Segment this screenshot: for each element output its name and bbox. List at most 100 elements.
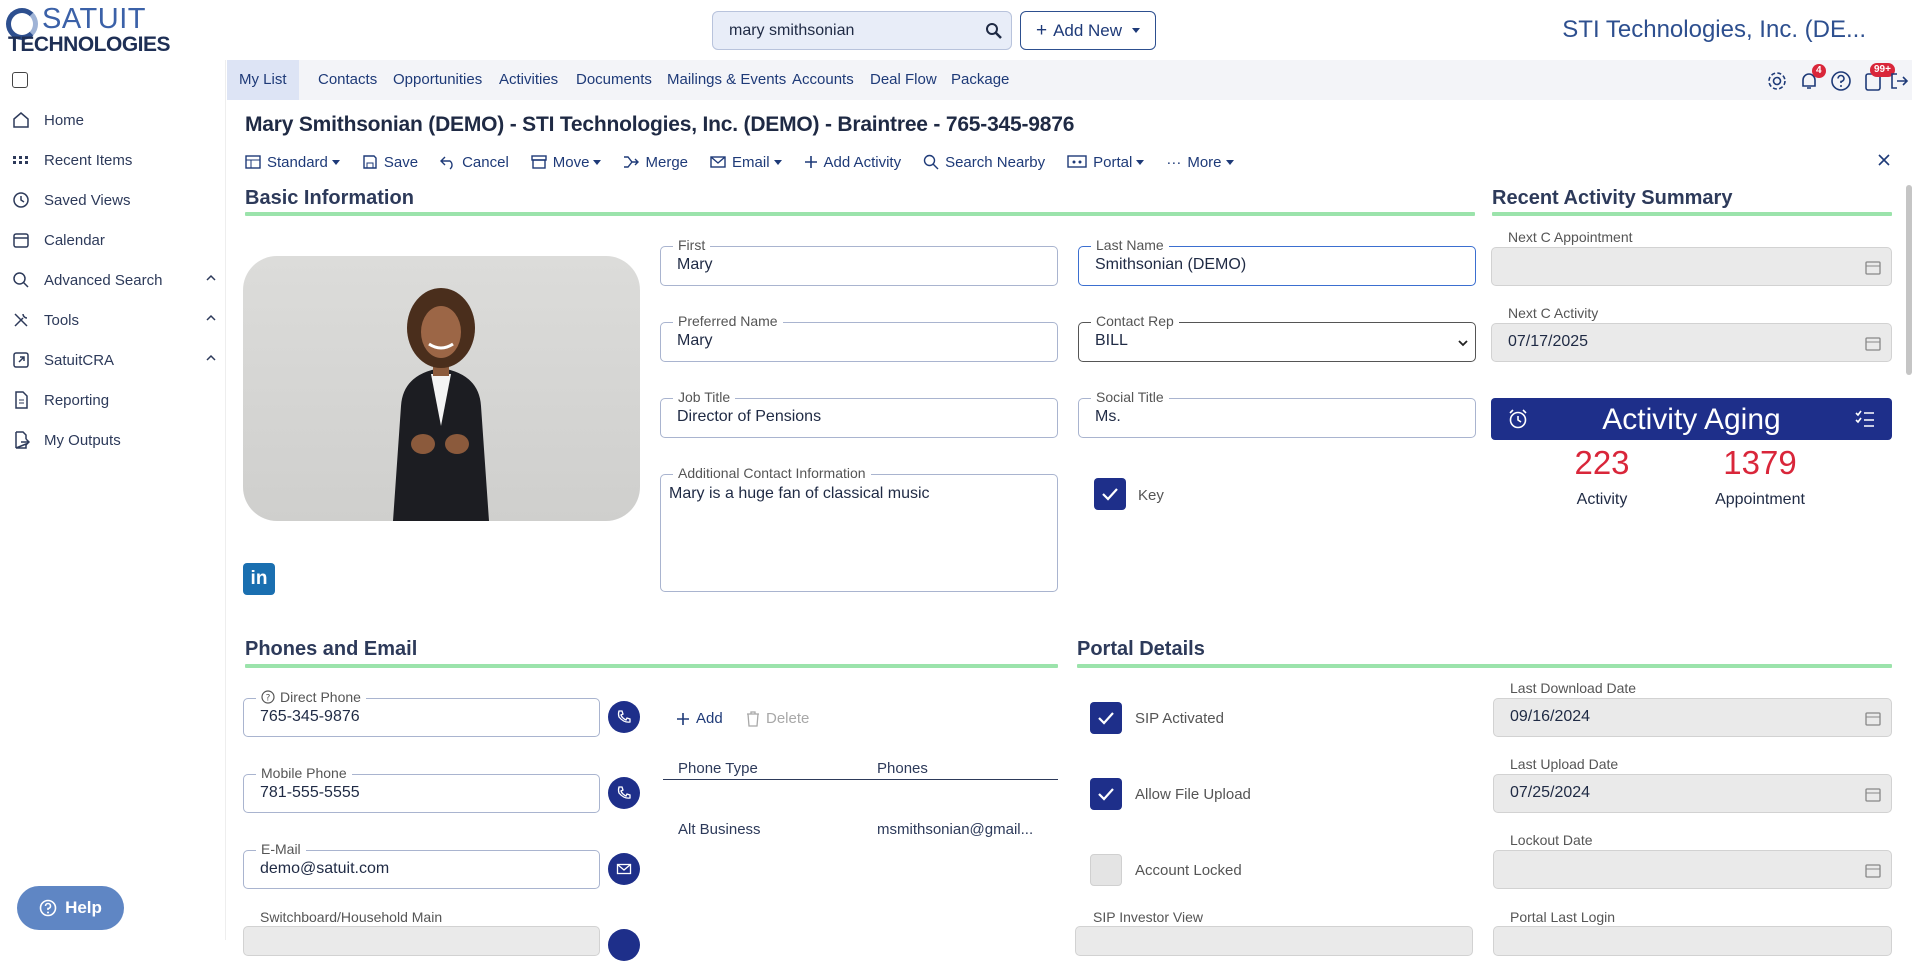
sidebar-item-label: Reporting xyxy=(44,391,110,409)
help-circle-icon[interactable]: ? xyxy=(261,690,275,704)
satuit-logo[interactable]: SATUIT TECHNOLOGIES xyxy=(6,4,182,56)
chevron-up-icon[interactable] xyxy=(205,312,217,324)
checklist-icon[interactable] xyxy=(1854,408,1876,430)
caret-down-icon xyxy=(331,159,340,165)
gear-icon[interactable] xyxy=(1766,70,1788,92)
trash-icon xyxy=(747,710,759,727)
save-button[interactable]: Save xyxy=(362,154,418,171)
cancel-button[interactable]: Cancel xyxy=(440,154,509,171)
mobile-phone-field[interactable]: Mobile Phone 781-555-5555 xyxy=(243,765,600,813)
sip-activated-checkbox[interactable] xyxy=(1090,702,1122,734)
cancel-label: Cancel xyxy=(462,153,509,171)
chevron-up-icon[interactable] xyxy=(205,352,217,364)
collapse-sidebar-icon[interactable] xyxy=(12,72,28,88)
merge-icon xyxy=(624,156,640,168)
search-icon[interactable] xyxy=(985,22,1003,40)
calendar-icon[interactable] xyxy=(1865,786,1881,802)
global-search-input[interactable]: mary smithsonian xyxy=(712,11,1012,50)
calendar-icon[interactable] xyxy=(1865,710,1881,726)
appointment-count-label: Appointment xyxy=(1715,491,1805,508)
plus-icon xyxy=(677,712,689,725)
tab-activities[interactable]: Activities xyxy=(487,60,570,100)
social-title-field[interactable]: Social Title Ms. xyxy=(1078,389,1476,438)
tab-accounts[interactable]: Accounts xyxy=(780,60,866,100)
activity-count-label: Activity xyxy=(1576,491,1628,508)
sidebar-item-tools[interactable]: Tools xyxy=(12,308,217,332)
sidebar-item-label: Home xyxy=(44,111,85,129)
call-switchboard-button[interactable] xyxy=(608,929,640,961)
merge-button[interactable]: Merge xyxy=(623,154,688,171)
account-locked-checkbox[interactable] xyxy=(1090,854,1122,886)
standard-view-dropdown[interactable]: Standard xyxy=(245,154,340,171)
calendar-icon[interactable] xyxy=(1865,335,1881,351)
phones-cell[interactable]: msmithsonian@gmail... xyxy=(877,821,1033,838)
tab-mailings-events[interactable]: Mailings & Events xyxy=(655,60,798,100)
tab-my-list[interactable]: My List xyxy=(227,60,299,100)
calendar-icon[interactable] xyxy=(1865,259,1881,275)
switchboard-field xyxy=(243,926,600,956)
calendar-icon[interactable] xyxy=(1865,862,1881,878)
home-icon xyxy=(13,112,29,128)
first-name-field[interactable]: First Mary xyxy=(660,237,1058,286)
more-dropdown[interactable]: ··· More xyxy=(1166,154,1234,171)
job-title-value: Director of Pensions xyxy=(677,408,822,425)
caret-down-icon xyxy=(1132,28,1141,33)
tab-documents[interactable]: Documents xyxy=(564,60,664,100)
email-field[interactable]: E-Mail demo@satuit.com xyxy=(243,841,600,889)
phone-icon xyxy=(617,710,631,723)
logout-icon[interactable] xyxy=(1888,70,1910,92)
appointment-count: 1379 xyxy=(1723,444,1797,481)
tab-deal-flow[interactable]: Deal Flow xyxy=(858,60,949,100)
phones-column-header[interactable]: Phones xyxy=(877,760,928,777)
add-phone-label: Add xyxy=(696,710,723,727)
move-dropdown[interactable]: Move xyxy=(531,154,602,171)
sidebar-item-label: Saved Views xyxy=(44,191,131,209)
key-checkbox[interactable] xyxy=(1094,478,1126,510)
sidebar-item-advanced-search[interactable]: Advanced Search xyxy=(12,268,217,292)
phones-email-heading: Phones and Email xyxy=(245,638,418,660)
add-activity-button[interactable]: Add Activity xyxy=(804,154,901,171)
tools-icon xyxy=(14,313,28,327)
direct-phone-field[interactable]: ? Direct Phone 765-345-9876 xyxy=(243,689,600,737)
sidebar-item-saved-views[interactable]: Saved Views xyxy=(12,188,217,212)
email-dropdown[interactable]: Email xyxy=(710,154,782,171)
tab-opportunities[interactable]: Opportunities xyxy=(381,60,494,100)
call-mobile-phone-button[interactable] xyxy=(608,777,640,809)
allow-file-upload-checkbox[interactable] xyxy=(1090,778,1122,810)
job-title-field[interactable]: Job Title Director of Pensions xyxy=(660,389,1058,438)
calendar-icon xyxy=(13,233,29,248)
tab-package[interactable]: Package xyxy=(939,60,1021,100)
add-phone-button[interactable]: Add xyxy=(676,710,723,727)
close-icon[interactable] xyxy=(1876,152,1892,168)
lockout-date-field xyxy=(1493,850,1892,889)
sidebar-item-my-outputs[interactable]: My Outputs xyxy=(12,428,217,452)
phone-type-column-header[interactable]: Phone Type xyxy=(678,760,758,777)
merge-label: Merge xyxy=(645,153,689,171)
contact-rep-select[interactable]: Contact Rep BILL xyxy=(1078,313,1476,362)
last-name-label: Last Name xyxy=(1091,237,1169,253)
sidebar-item-calendar[interactable]: Calendar xyxy=(12,228,217,252)
delete-phone-button[interactable]: Delete xyxy=(746,710,809,727)
preferred-name-field[interactable]: Preferred Name Mary xyxy=(660,313,1058,362)
additional-info-label: Additional Contact Information xyxy=(673,465,871,481)
sidebar-item-home[interactable]: Home xyxy=(12,108,217,132)
last-name-field[interactable]: Last Name Smithsonian (DEMO) xyxy=(1078,237,1476,286)
additional-contact-info-textarea[interactable]: Additional Contact Information Mary is a… xyxy=(660,465,1058,592)
sidebar-item-label: Advanced Search xyxy=(44,271,163,289)
search-nearby-button[interactable]: Search Nearby xyxy=(923,154,1045,171)
page-scrollbar[interactable] xyxy=(1906,185,1912,375)
add-new-button[interactable]: + Add New xyxy=(1020,11,1156,50)
send-email-button[interactable] xyxy=(608,853,640,885)
sidebar-item-reporting[interactable]: Reporting xyxy=(12,388,217,412)
help-button[interactable]: Help xyxy=(17,886,124,930)
chevron-up-icon[interactable] xyxy=(205,272,217,284)
portal-dropdown[interactable]: Portal xyxy=(1067,154,1145,171)
person-portrait-image xyxy=(393,288,489,521)
sidebar-item-recent-items[interactable]: Recent Items xyxy=(12,148,217,172)
tab-contacts[interactable]: Contacts xyxy=(306,60,389,100)
phone-type-cell[interactable]: Alt Business xyxy=(678,821,761,838)
help-circle-icon[interactable] xyxy=(1830,70,1852,92)
linkedin-icon[interactable]: in xyxy=(243,563,275,595)
sidebar-item-satuitcra[interactable]: SatuitCRA xyxy=(12,348,217,372)
call-direct-phone-button[interactable] xyxy=(608,701,640,733)
